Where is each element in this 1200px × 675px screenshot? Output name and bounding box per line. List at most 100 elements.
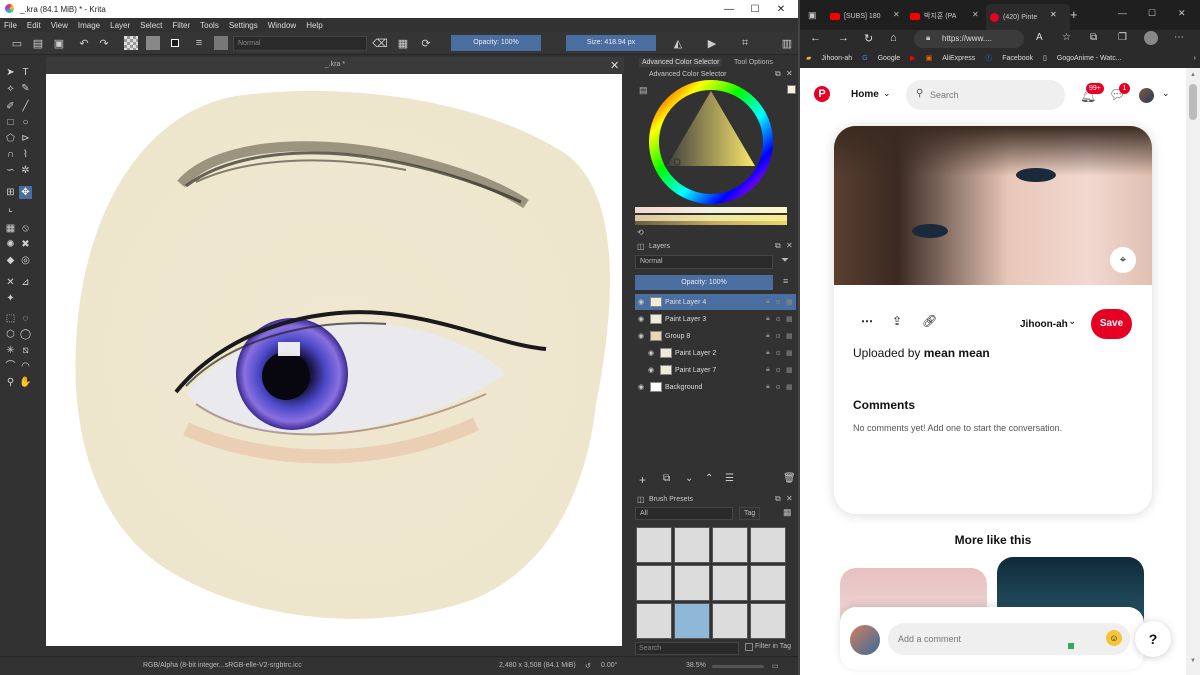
- menu-view[interactable]: View: [51, 21, 68, 30]
- layer-row[interactable]: ◉ Paint Layer 2 🔒︎ α ▦: [635, 345, 796, 361]
- color-wheel-triangle[interactable]: [649, 80, 773, 204]
- lock-icon[interactable]: 🔒︎: [766, 383, 776, 391]
- color-settings-icon[interactable]: ▤: [639, 85, 648, 96]
- line-tool-icon[interactable]: ╱: [19, 100, 32, 113]
- back-icon[interactable]: ←: [810, 32, 821, 44]
- browser-tab[interactable]: 박지훈 (PA: [910, 6, 966, 26]
- brush-preset[interactable]: [712, 527, 748, 563]
- browser-tab-active[interactable]: (420) Pinte: [986, 4, 1070, 30]
- brush-preset-selected[interactable]: [674, 603, 710, 639]
- gradient-tool-icon[interactable]: ▦: [4, 222, 17, 235]
- board-select[interactable]: Jihoon-ah: [1020, 319, 1068, 330]
- visibility-icon[interactable]: ◉: [645, 366, 657, 374]
- forward-icon[interactable]: →: [838, 32, 849, 44]
- brush-preset[interactable]: [636, 527, 672, 563]
- close-layers-icon[interactable]: ✕: [786, 241, 793, 250]
- float-brushes-icon[interactable]: ⧉: [775, 494, 781, 504]
- inherit-alpha-icon[interactable]: ▦: [786, 315, 796, 323]
- layer-row[interactable]: ◉ Background 🔒︎ α ▦: [635, 379, 796, 395]
- close-window-icon[interactable]: ✕: [1178, 8, 1186, 19]
- magnetic-select-icon[interactable]: ◠: [19, 360, 32, 373]
- view-icon[interactable]: ▭: [772, 662, 779, 670]
- blend-mode-select[interactable]: Normal: [233, 36, 367, 51]
- inherit-alpha-icon[interactable]: ▦: [786, 383, 796, 391]
- brush-view-icon[interactable]: ▦: [783, 507, 792, 518]
- search-bar[interactable]: ⚲ Search: [906, 80, 1065, 110]
- brush-preset[interactable]: [750, 603, 786, 639]
- assistant-tool-icon[interactable]: ✕: [4, 276, 17, 289]
- home-icon[interactable]: ⌂: [890, 32, 897, 44]
- duplicate-layer-icon[interactable]: ⧉: [663, 473, 670, 484]
- fg-color-swatch[interactable]: [787, 85, 796, 94]
- brush-preset[interactable]: [750, 527, 786, 563]
- bookmark-item[interactable]: GogoAnime - Watc...: [1057, 55, 1122, 62]
- more-icon[interactable]: ⋯: [1174, 32, 1184, 43]
- visual-search-icon[interactable]: ⌖: [1110, 247, 1136, 273]
- minimize-icon[interactable]: —: [1118, 8, 1127, 18]
- address-bar[interactable]: 🔒︎ https://www....: [914, 30, 1024, 48]
- home-chevron-icon[interactable]: ⌄: [883, 88, 891, 99]
- save-button[interactable]: Save: [1091, 309, 1132, 339]
- brush-preset[interactable]: [712, 565, 748, 601]
- bookmarks-more-icon[interactable]: ›: [1194, 55, 1196, 62]
- brush-preset[interactable]: [636, 603, 672, 639]
- color-space-status[interactable]: RGB/Alpha (8-bit integer...sRGB-elle-V2-…: [143, 662, 302, 669]
- new-tab-icon[interactable]: +: [1070, 7, 1078, 22]
- layer-filter-icon[interactable]: ⏷: [781, 255, 789, 266]
- collections-icon[interactable]: ❐: [1118, 32, 1127, 43]
- smart-patch-icon[interactable]: ✖: [19, 238, 32, 251]
- help-button[interactable]: ?: [1135, 621, 1171, 657]
- fill-pattern-icon[interactable]: [146, 36, 160, 50]
- polyline-tool-icon[interactable]: ⊳: [19, 132, 32, 145]
- visibility-icon[interactable]: ◉: [635, 298, 647, 306]
- copy-link-icon[interactable]: 🔗︎: [922, 314, 937, 328]
- alpha-icon[interactable]: α: [776, 333, 786, 340]
- size-slider[interactable]: Size: 418.94 px: [566, 35, 656, 51]
- share-icon[interactable]: ⇪: [892, 314, 902, 328]
- move-tool-icon[interactable]: ✥: [19, 186, 32, 199]
- close-tab-icon[interactable]: ✕: [893, 10, 900, 19]
- rotation-status[interactable]: 0.00°: [601, 662, 617, 669]
- tab-tool-options[interactable]: Tool Options: [734, 59, 773, 66]
- menu-tools[interactable]: Tools: [200, 21, 219, 30]
- redo-icon[interactable]: ↷: [97, 36, 111, 50]
- bookmark-item[interactable]: Jihoon-ah: [821, 55, 852, 62]
- visibility-icon[interactable]: ◉: [645, 349, 657, 357]
- scroll-thumb[interactable]: [1189, 84, 1197, 120]
- alpha-icon[interactable]: α: [776, 350, 786, 357]
- filter-in-tag-checkbox[interactable]: [745, 643, 753, 651]
- brush-preset[interactable]: [712, 603, 748, 639]
- multibrush-icon[interactable]: ✲: [19, 164, 32, 177]
- menu-settings[interactable]: Settings: [229, 21, 258, 30]
- reference-tool-icon[interactable]: ✦: [4, 292, 17, 305]
- board-chevron-icon[interactable]: ⌄: [1068, 316, 1076, 327]
- layer-row[interactable]: ◉ Paint Layer 7 🔒︎ α ▦: [635, 362, 796, 378]
- alpha-lock-icon[interactable]: ▦: [396, 36, 410, 50]
- alpha-icon[interactable]: α: [776, 299, 786, 306]
- read-aloud-icon[interactable]: A: [1036, 32, 1043, 43]
- brush-tag-button[interactable]: Tag: [739, 507, 761, 520]
- fill-gradient-icon[interactable]: [124, 36, 138, 50]
- bezier-tool-icon[interactable]: ∩: [4, 148, 17, 161]
- layer-row[interactable]: ◉ Group 8 🔒︎ α ▦: [635, 328, 796, 344]
- lock-icon[interactable]: 🔒︎: [766, 332, 776, 340]
- close-document-icon[interactable]: ✕: [610, 59, 619, 72]
- layer-menu-icon[interactable]: ≡: [783, 276, 788, 286]
- search-input[interactable]: Search: [930, 90, 959, 100]
- select-shapes-icon[interactable]: ➤: [4, 66, 17, 79]
- pan-tool-icon[interactable]: ✋: [19, 376, 32, 389]
- mirror-vertical-icon[interactable]: ▶: [705, 36, 719, 50]
- freehand-path-icon[interactable]: ⌇: [19, 148, 32, 161]
- add-layer-icon[interactable]: +: [639, 473, 646, 487]
- brush-preset[interactable]: [750, 565, 786, 601]
- image-dims-status[interactable]: 2,480 x 3,508 (84.1 MiB): [499, 662, 576, 669]
- profile-avatar[interactable]: [1144, 31, 1158, 45]
- dynamic-brush-icon[interactable]: ∽: [4, 164, 17, 177]
- brush-preset[interactable]: [674, 565, 710, 601]
- inherit-alpha-icon[interactable]: ▦: [786, 332, 796, 340]
- pinterest-logo-icon[interactable]: P: [814, 86, 830, 102]
- transform-tool-icon[interactable]: ⊞: [4, 186, 17, 199]
- inherit-alpha-icon[interactable]: ▦: [786, 366, 796, 374]
- eraser-icon[interactable]: ⌫: [372, 36, 388, 50]
- rect-select-icon[interactable]: ⬚: [4, 312, 17, 325]
